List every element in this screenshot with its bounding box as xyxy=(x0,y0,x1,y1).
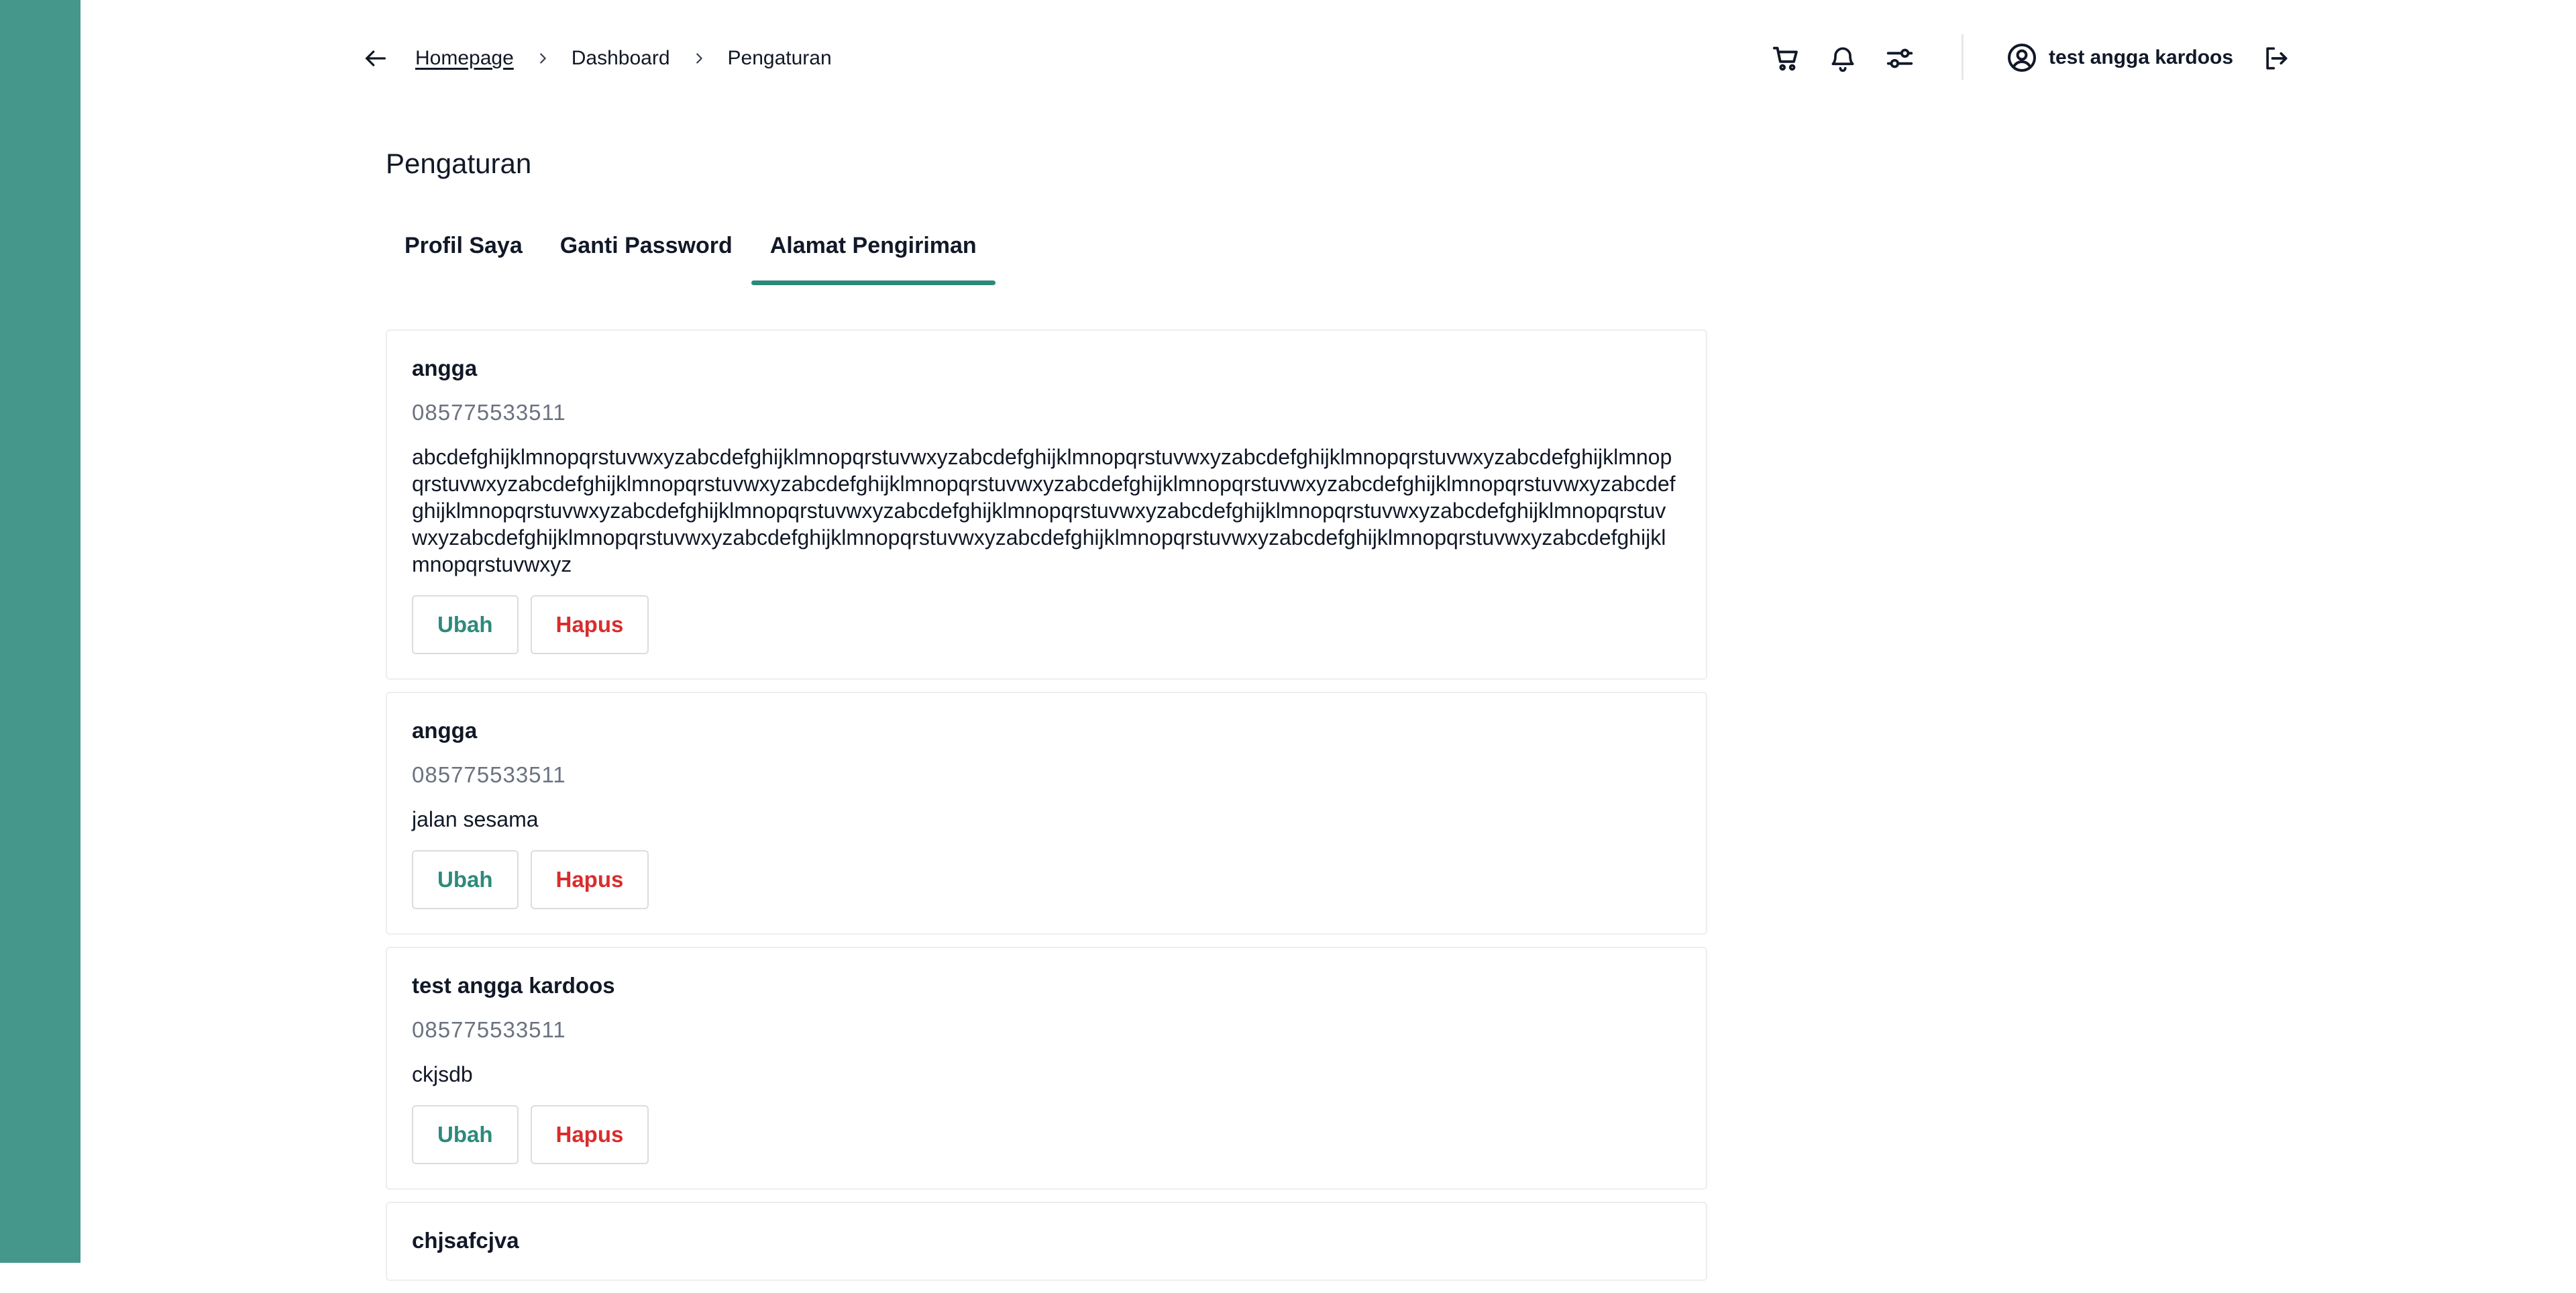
header-divider xyxy=(1962,34,1964,80)
cart-button[interactable] xyxy=(1766,38,1806,79)
chevron-right-icon xyxy=(534,50,551,67)
arrow-left-icon xyxy=(366,50,386,66)
settings-tabs: Profil Saya Ganti Password Alamat Pengir… xyxy=(386,218,996,285)
breadcrumb: Homepage Dashboard Pengaturan xyxy=(415,44,832,72)
back-button[interactable] xyxy=(359,42,392,75)
tab-ganti-password[interactable]: Ganti Password xyxy=(541,218,751,285)
bell-icon xyxy=(1831,47,1854,72)
sliders-icon xyxy=(1886,48,1913,68)
tab-profil-saya[interactable]: Profil Saya xyxy=(386,218,541,285)
address-text: abcdefghijklmnopqrstuvwxyzabcdefghijklmn… xyxy=(412,445,1676,576)
address-list: angga 085775533511 abcdefghijklmnopqrstu… xyxy=(386,329,1707,1293)
chevron-right-icon xyxy=(690,50,708,67)
edit-address-button[interactable]: Ubah xyxy=(412,595,519,654)
card-actions: Ubah Hapus xyxy=(412,595,1681,654)
recipient-name: chjsafcjva xyxy=(412,1228,519,1253)
delete-address-button[interactable]: Hapus xyxy=(530,850,649,909)
edit-address-button[interactable]: Ubah xyxy=(412,1105,519,1164)
notifications-button[interactable] xyxy=(1823,38,1863,79)
logout-button[interactable] xyxy=(2257,39,2296,78)
delete-address-button[interactable]: Hapus xyxy=(530,595,649,654)
address-card: chjsafcjva xyxy=(386,1202,1707,1281)
card-actions: Ubah Hapus xyxy=(412,850,1681,909)
address-text: ckjsdb xyxy=(412,1062,473,1086)
recipient-phone: 085775533511 xyxy=(412,400,566,425)
user-profile-menu[interactable]: test angga kardoos xyxy=(2006,39,2233,76)
delete-address-button[interactable]: Hapus xyxy=(530,1105,649,1164)
tab-alamat-pengiriman[interactable]: Alamat Pengiriman xyxy=(751,218,996,285)
address-card: test angga kardoos 085775533511 ckjsdb U… xyxy=(386,947,1707,1190)
recipient-phone: 085775533511 xyxy=(412,762,566,787)
address-card: angga 085775533511 jalan sesama Ubah Hap… xyxy=(386,692,1707,935)
left-sidebar-strip xyxy=(0,0,80,1263)
header-actions xyxy=(1766,38,1937,79)
page-title: Pengaturan xyxy=(386,148,532,179)
cart-icon xyxy=(1772,46,1798,71)
user-name: test angga kardoos xyxy=(2049,46,2234,68)
card-actions: Ubah Hapus xyxy=(412,1105,1681,1164)
address-text: jalan sesama xyxy=(412,807,539,831)
recipient-phone: 085775533511 xyxy=(412,1017,566,1042)
breadcrumb-dashboard[interactable]: Dashboard xyxy=(572,47,670,70)
edit-address-button[interactable]: Ubah xyxy=(412,850,519,909)
recipient-name: angga xyxy=(412,356,478,380)
user-circle-icon xyxy=(2008,44,2036,72)
breadcrumb-current-page: Pengaturan xyxy=(727,47,832,69)
recipient-name: angga xyxy=(412,718,478,743)
breadcrumb-homepage-link[interactable]: Homepage xyxy=(415,47,514,70)
filter-settings-button[interactable] xyxy=(1880,38,1920,79)
top-header: Homepage Dashboard Pengaturan test angga… xyxy=(0,0,2576,114)
address-card: angga 085775533511 abcdefghijklmnopqrstu… xyxy=(386,329,1707,680)
recipient-name: test angga kardoos xyxy=(412,973,615,998)
logout-icon xyxy=(2266,47,2288,70)
